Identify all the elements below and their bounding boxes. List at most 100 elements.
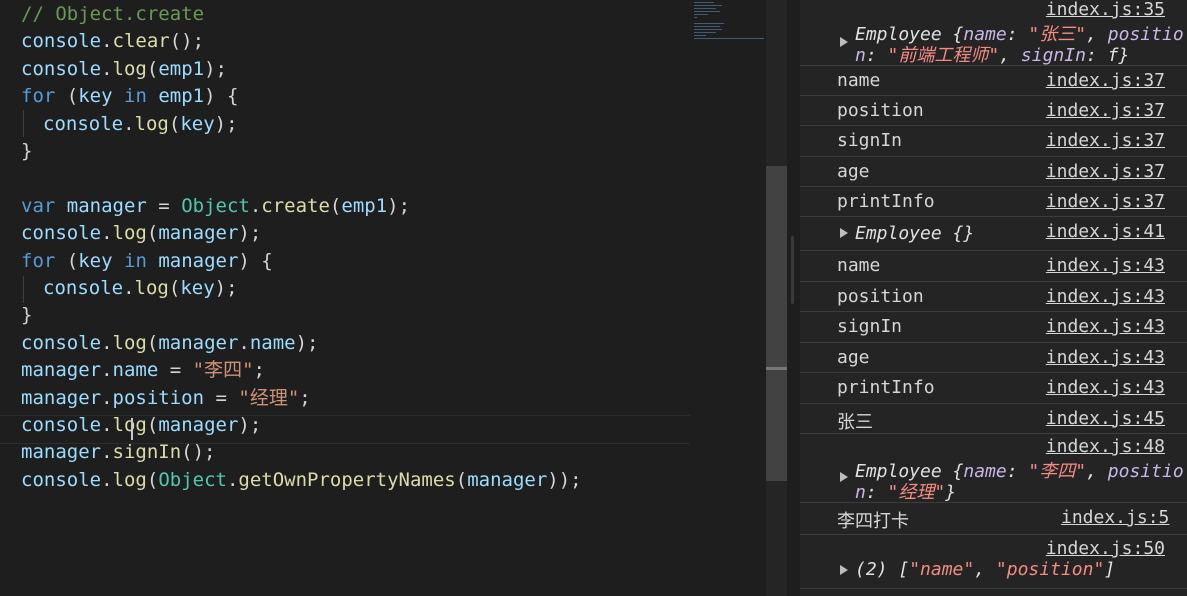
code-line[interactable]: console.log(Object.getOwnPropertyNames(m… [21,467,582,494]
code-line[interactable]: manager.name = "李四"; [21,357,265,384]
console-source-link[interactable]: index.js:50 [1046,538,1165,559]
console-source-link[interactable]: index.js:37 [1046,191,1165,212]
code-token: emp1 [341,194,388,217]
console-token: } [945,482,957,503]
code-line[interactable]: console.log(manager.name); [21,330,319,357]
console-object-preview[interactable]: n: "经理"} [855,478,956,504]
code-token: name [249,331,296,354]
console-token: "name" [909,559,975,580]
code-line[interactable]: console.log(emp1); [21,56,227,83]
code-token: . [123,277,135,299]
console-row: signIn index.js:37 [800,125,1187,157]
console-token: : [865,45,888,66]
code-token: log [112,468,147,491]
code-token: manager [21,359,102,382]
console-token: n [855,482,866,503]
minimap-line [694,14,708,15]
console-source-link[interactable]: index.js:5 [1061,507,1169,528]
minimap-line [694,35,706,36]
code-line[interactable]: for (key in manager) { [21,248,273,275]
scrollbar-position-marker [766,367,787,370]
console-source-link[interactable]: index.js:37 [1046,161,1165,182]
indent-guide [23,276,24,303]
console-source-link[interactable]: index.js:43 [1046,255,1165,276]
code-line[interactable]: } [21,138,32,165]
code-token: . [101,441,113,464]
console-token: "经理" [887,482,946,503]
code-editor[interactable]: // Object.create console.clear(); console.… [0,0,766,596]
expand-arrow-icon[interactable] [840,565,848,575]
code-token: )); [547,468,582,491]
code-token: manager [158,414,239,436]
code-token: "经理" [238,386,300,409]
code-line[interactable]: for (key in emp1) { [21,83,238,110]
code-token: "李四" [192,359,254,382]
minimap-line [694,32,716,33]
code-line[interactable]: console.clear(); [21,28,204,55]
code-token: var [21,194,56,217]
minimap-line [694,23,724,24]
code-token: ); [214,112,238,135]
code-token: ( [146,414,159,436]
code-token: ( [168,112,181,135]
code-token: (); [169,30,205,53]
code-line[interactable]: console.log(key); [43,111,238,138]
indent-guide [23,110,24,137]
console-row: name index.js:37 [800,65,1187,97]
code-line[interactable]: var manager = Object.create(emp1); [21,193,410,220]
code-line[interactable]: // Object.create [21,1,204,28]
console-message: signIn [837,130,903,152]
console-object-preview[interactable]: n: "前端工程师", signIn: f} [855,41,1129,67]
code-token: ( [146,57,159,80]
console-token: : [865,482,888,503]
code-token: console [21,222,102,245]
console-token: "前端工程师" [887,45,1000,66]
code-line[interactable]: manager.signIn(); [21,439,216,466]
code-token: ; [299,386,311,409]
code-line[interactable]: console.log(manager); [21,220,261,247]
console-source-link[interactable]: index.js:45 [1046,408,1165,429]
console-source-link[interactable]: index.js:37 [1046,130,1165,151]
console-row: name index.js:43 [800,250,1187,282]
console-source-link[interactable]: index.js:43 [1046,316,1165,337]
console-message: 张三 [837,411,873,433]
expand-arrow-icon[interactable] [840,37,848,47]
code-token: ( [55,249,79,272]
console-source-link[interactable]: index.js:37 [1046,100,1165,121]
console-source-link[interactable]: index.js:37 [1046,70,1165,91]
console-row: printInfo index.js:37 [800,186,1187,217]
scrollbar-thumb[interactable] [766,166,787,481]
console-row: age index.js:37 [800,156,1187,187]
code-token: ); [238,414,262,436]
console-source-link[interactable]: index.js:41 [1046,221,1165,242]
code-token: . [101,222,113,245]
expand-arrow-icon[interactable] [840,228,848,238]
code-token: manager [467,468,548,491]
console-source-link[interactable]: index.js:43 [1046,286,1165,307]
console-row: index.js:50 (2) ["name", "position"] [800,534,1187,589]
code-line[interactable]: console.log(key); [43,275,238,302]
code-token: log [134,112,169,135]
code-token: . [101,386,113,409]
code-line[interactable]: } [21,302,32,329]
code-token: ) { [238,249,273,272]
minimap[interactable] [692,2,766,42]
expand-arrow-icon[interactable] [840,472,848,482]
console-source-link[interactable]: index.js:43 [1046,377,1165,398]
console-token: : [1006,461,1029,482]
console-array-preview[interactable]: (2) ["name", "position"] [855,559,1115,580]
console-source-link[interactable]: index.js:48 [1046,436,1165,457]
code-line[interactable]: console.log(manager); [21,412,261,439]
splitter-handle[interactable] [791,236,794,304]
code-token: console [21,468,102,491]
console-source-link[interactable]: index.js:43 [1046,347,1165,368]
minimap-line [694,2,714,3]
code-token: . [101,468,113,491]
console-source-link[interactable]: index.js:35 [1046,0,1165,20]
code-line[interactable]: manager.position = "经理"; [21,385,311,412]
code-token: ( [146,222,159,245]
console-token: , [999,45,1021,66]
console-token: (2) [ [855,559,910,580]
code-token: position [112,386,205,409]
console-object-preview[interactable]: Employee {} [855,223,974,244]
